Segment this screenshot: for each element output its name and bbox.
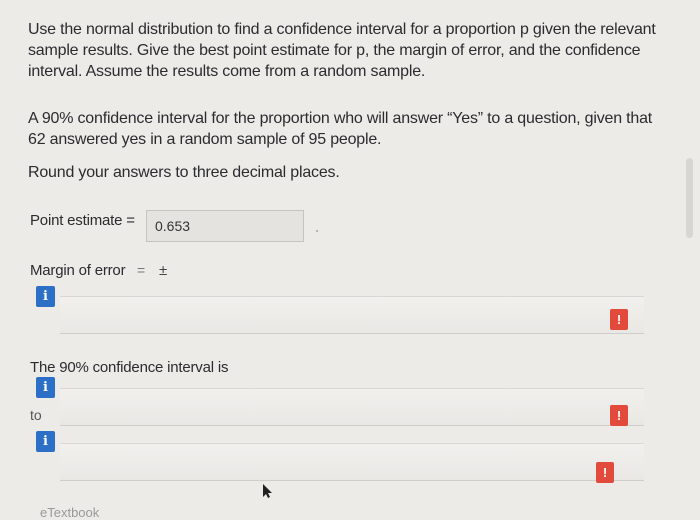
scrollbar[interactable] [686, 158, 693, 238]
equals-sign: = [137, 262, 146, 278]
question-intro: Use the normal distribution to find a co… [28, 21, 656, 80]
info-icon[interactable]: i [36, 377, 55, 398]
mouse-cursor-icon [263, 484, 272, 498]
alert-icon[interactable]: ! [596, 462, 614, 483]
point-estimate-label: Point estimate = [30, 212, 135, 229]
margin-of-error-label: Margin of error [30, 262, 126, 279]
alert-icon[interactable]: ! [610, 405, 628, 426]
plus-minus-sign: ± [159, 262, 168, 279]
interval-upper-input[interactable] [60, 443, 644, 481]
question-scenario: A 90% confidence interval for the propor… [28, 110, 653, 148]
decoration-dot [316, 230, 318, 232]
interval-lower-input[interactable] [60, 388, 644, 426]
confidence-interval-label: The 90% confidence interval is [30, 359, 229, 376]
rounding-instruction: Round your answers to three decimal plac… [28, 164, 340, 181]
margin-of-error-input[interactable] [60, 296, 644, 334]
info-icon[interactable]: i [36, 431, 55, 452]
to-label: to [30, 407, 42, 423]
question-page: Use the normal distribution to find a co… [0, 0, 700, 520]
info-icon[interactable]: i [36, 286, 55, 307]
alert-icon[interactable]: ! [610, 309, 628, 330]
point-estimate-field[interactable]: 0.653 [146, 210, 304, 242]
